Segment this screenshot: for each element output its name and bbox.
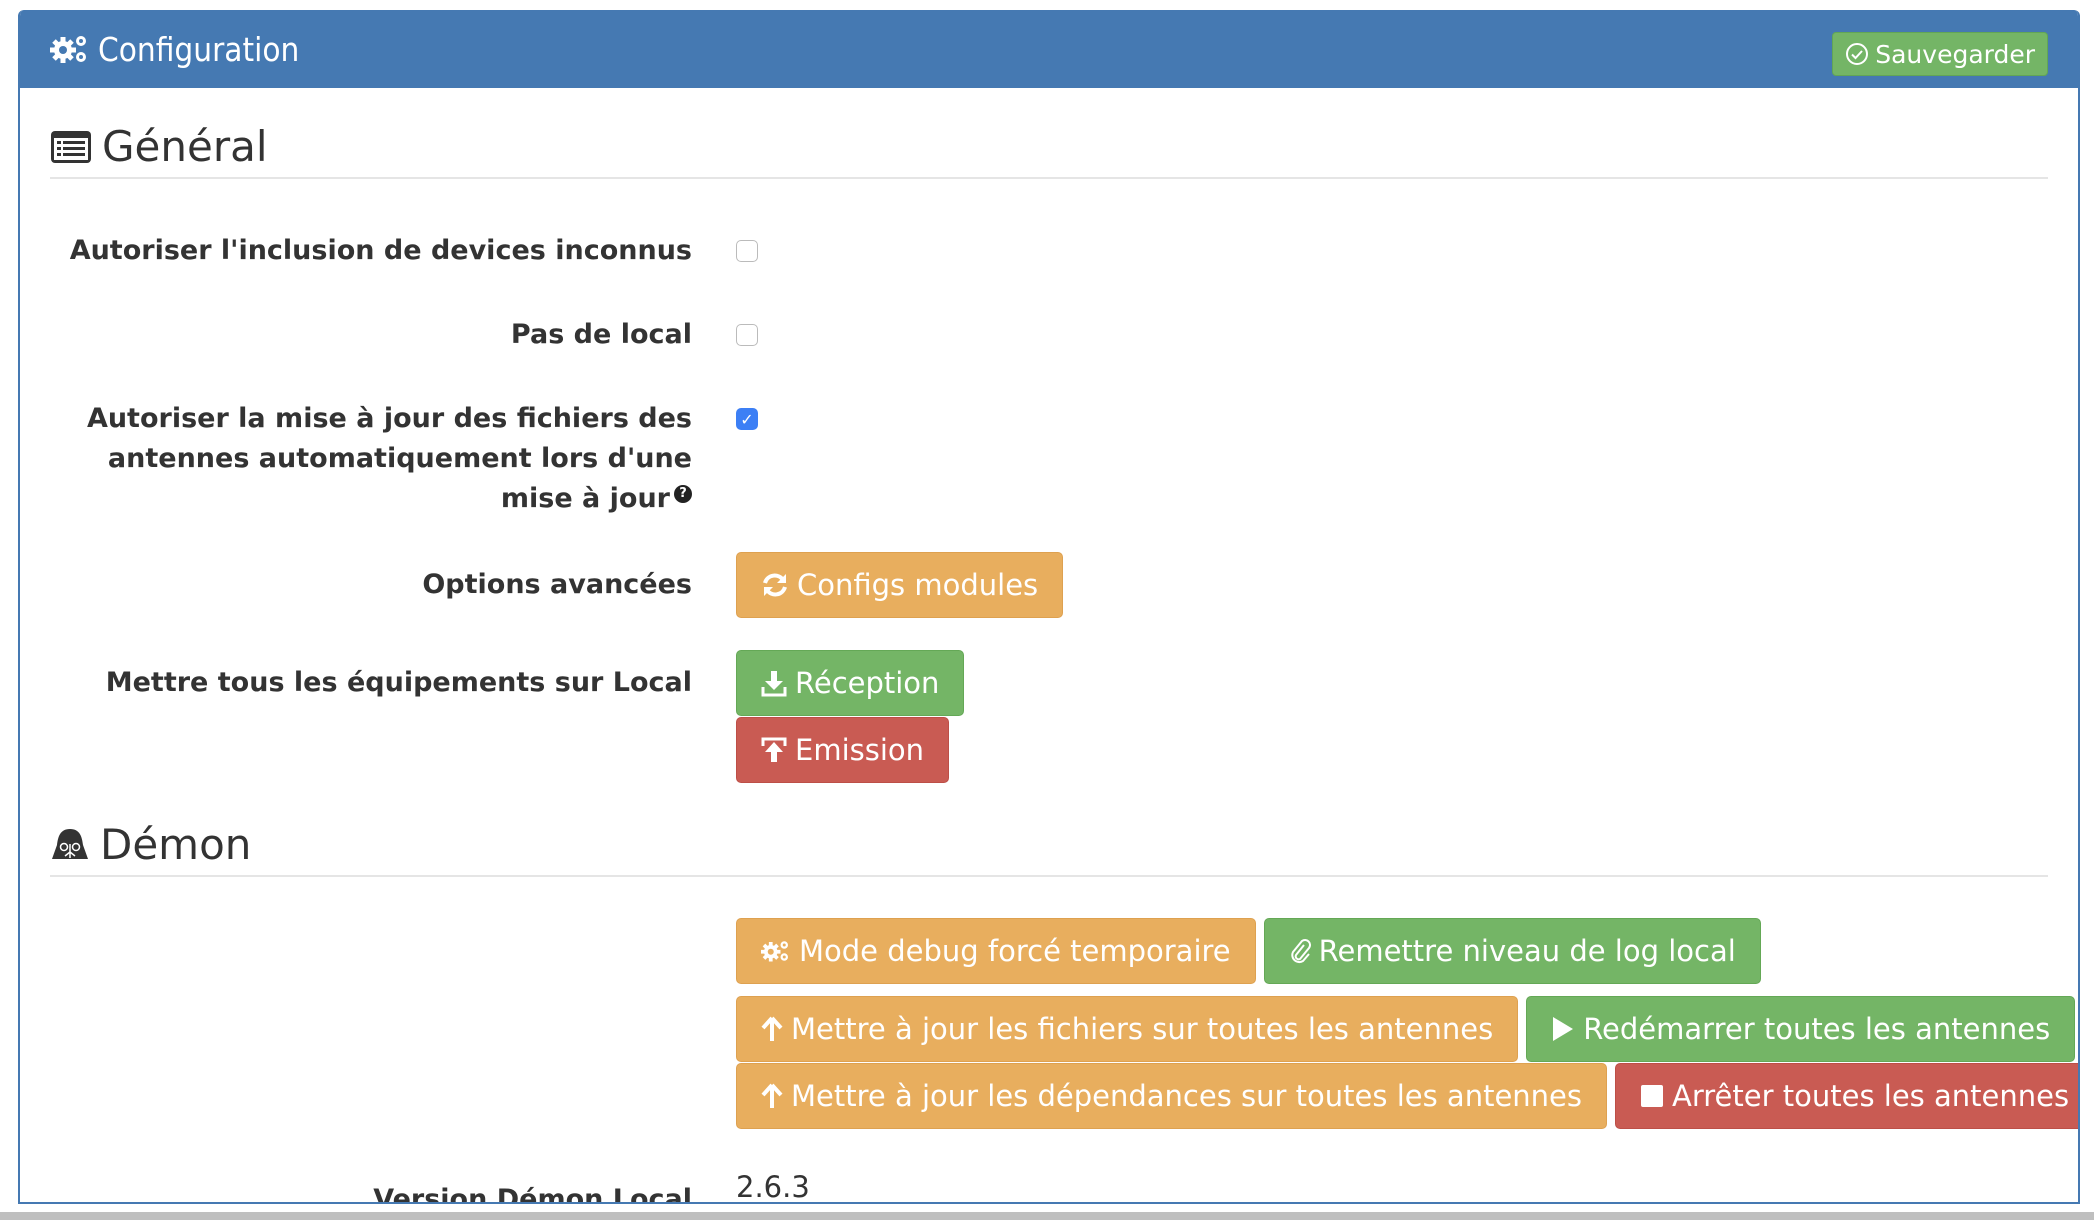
- configs-modules-label: Configs modules: [797, 568, 1039, 602]
- question-circle-icon[interactable]: ?: [674, 485, 692, 503]
- refresh-icon: [761, 571, 789, 599]
- emission-button[interactable]: Emission: [736, 717, 950, 783]
- daemon-heading: Démon: [50, 820, 2048, 877]
- debug-mode-button[interactable]: Mode debug forcé temporaire: [736, 918, 1256, 984]
- restart-antennas-button[interactable]: Redémarrer toutes les antennes: [1526, 996, 2076, 1062]
- no-local-checkbox[interactable]: [736, 324, 758, 346]
- debug-mode-label: Mode debug forcé temporaire: [799, 934, 1231, 968]
- unknown-devices-checkbox[interactable]: [736, 240, 758, 262]
- configs-modules-button[interactable]: Configs modules: [736, 552, 1064, 618]
- update-files-button[interactable]: Mettre à jour les fichiers sur toutes le…: [736, 996, 1519, 1062]
- setting-label: Pas de local: [510, 319, 692, 350]
- daemon-version-value: 2.6.3: [736, 1170, 810, 1204]
- daemon-heading-text: Démon: [100, 820, 252, 869]
- bottom-scroll-edge: [0, 1212, 2094, 1220]
- reception-label: Réception: [795, 666, 940, 700]
- stop-antennas-label: Arrêter toutes les antennes: [1672, 1079, 2070, 1113]
- arrow-up-icon: [761, 1015, 783, 1043]
- reception-button[interactable]: Réception: [736, 650, 965, 716]
- list-alt-icon: [50, 130, 92, 164]
- update-dependencies-button[interactable]: Mettre à jour les dépendances sur toutes…: [736, 1063, 1608, 1129]
- restart-antennas-label: Redémarrer toutes les antennes: [1583, 1012, 2051, 1046]
- upload-icon: [761, 736, 787, 764]
- general-heading-text: Général: [102, 122, 268, 171]
- update-dependencies-label: Mettre à jour les dépendances sur toutes…: [791, 1079, 1583, 1113]
- panel-title: Configuration: [50, 30, 299, 69]
- auto-update-checkbox[interactable]: ✓: [736, 408, 758, 430]
- darth-vader-icon: [50, 827, 90, 863]
- panel-title-text: Configuration: [98, 29, 300, 69]
- reset-log-level-label: Remettre niveau de log local: [1318, 934, 1736, 968]
- update-files-label: Mettre à jour les fichiers sur toutes le…: [791, 1012, 1494, 1046]
- set-local-label: Mettre tous les équipements sur Local: [105, 667, 692, 698]
- setting-label: Autoriser l'inclusion de devices inconnu…: [69, 235, 692, 266]
- reset-log-level-button[interactable]: Remettre niveau de log local: [1263, 918, 1761, 984]
- stop-icon: [1640, 1084, 1664, 1108]
- paperclip-icon: [1289, 937, 1311, 965]
- arrow-up-icon: [761, 1082, 783, 1110]
- stop-antennas-button[interactable]: Arrêter toutes les antennes: [1615, 1063, 2078, 1129]
- setting-label: Autoriser la mise à jour des fichiers de…: [52, 399, 692, 519]
- auto-update-label: Autoriser la mise à jour des fichiers de…: [86, 403, 692, 514]
- save-button-label: Sauvegarder: [1875, 39, 2035, 69]
- advanced-options-label: Options avancées: [422, 569, 692, 600]
- cogs-icon: [761, 938, 791, 964]
- panel-header: Configuration Sauvegarder: [20, 10, 2078, 88]
- daemon-version-label: Version Démon Local: [373, 1184, 692, 1204]
- configuration-panel: Configuration Sauvegarder Général Autori…: [18, 10, 2080, 1204]
- cogs-icon: [50, 33, 90, 65]
- check-circle-icon: [1845, 42, 1869, 66]
- download-icon: [761, 669, 787, 697]
- play-icon: [1551, 1015, 1575, 1043]
- save-button[interactable]: Sauvegarder: [1832, 32, 2048, 76]
- emission-label: Emission: [795, 733, 925, 767]
- general-heading: Général: [50, 122, 2048, 179]
